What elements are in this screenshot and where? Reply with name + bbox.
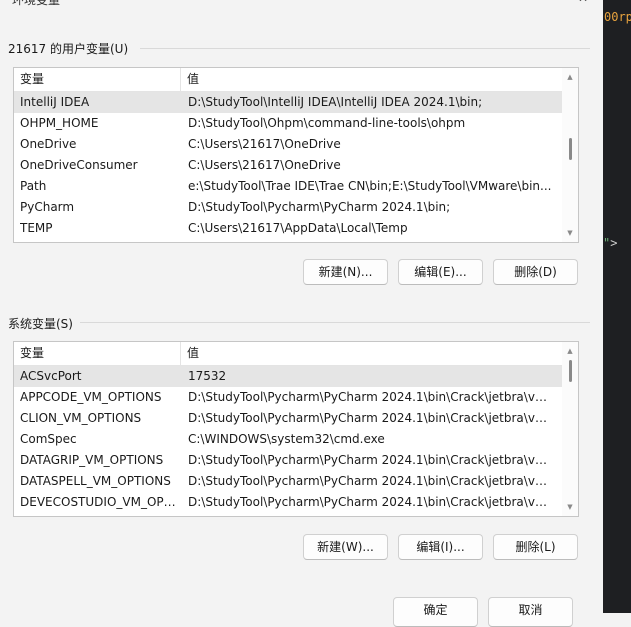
list-header: 变量 值 bbox=[14, 68, 562, 92]
scroll-thumb[interactable] bbox=[569, 138, 572, 161]
variable-name: APPCODE_VM_OPTIONS bbox=[20, 390, 162, 404]
variable-name: Path bbox=[20, 179, 47, 193]
user-new-button[interactable]: 新建(N)... bbox=[303, 259, 388, 285]
scroll-up-icon[interactable]: ▲ bbox=[562, 70, 578, 84]
variable-name: ACSvcPort bbox=[20, 369, 82, 383]
table-row[interactable]: DEVECOSTUDIO_VM_OPT... D:\StudyTool\Pycha… bbox=[14, 492, 562, 513]
user-variables-list[interactable]: 变量 值 IntelliJ IDEA D:\StudyTool\IntelliJ … bbox=[13, 67, 579, 243]
table-row[interactable]: OneDrive C:\Users\21617\OneDrive bbox=[14, 134, 562, 155]
variable-value: C:\Users\21617\OneDrive bbox=[188, 158, 341, 172]
window-title: 环境变量 bbox=[12, 0, 61, 7]
background-code-editor: 00rp "> bbox=[603, 0, 631, 613]
editor-text-fragment: 00rp bbox=[604, 10, 631, 24]
user-edit-button[interactable]: 编辑(E)... bbox=[398, 259, 483, 285]
editor-tag-close: > bbox=[610, 236, 618, 250]
variable-value: D:\StudyTool\Pycharm\PyCharm 2024.1\bin; bbox=[188, 200, 451, 214]
variable-value: C:\WINDOWS\system32\cmd.exe bbox=[188, 432, 385, 446]
variable-name: CLION_VM_OPTIONS bbox=[20, 411, 142, 425]
variable-name: ComSpec bbox=[20, 432, 77, 446]
variable-name: OneDriveConsumer bbox=[20, 158, 138, 172]
editor-text-fragment: "> bbox=[603, 236, 617, 250]
variable-value: e:\StudyTool\Trae IDE\Trae CN\bin;E:\Stu… bbox=[188, 179, 552, 193]
table-row[interactable]: Path e:\StudyTool\Trae IDE\Trae CN\bin;E:… bbox=[14, 176, 562, 197]
system-edit-button[interactable]: 编辑(I)... bbox=[398, 534, 483, 560]
variable-name: PyCharm bbox=[20, 200, 75, 214]
system-list-scrollbar[interactable]: ▲ ▼ bbox=[562, 342, 578, 516]
group-divider bbox=[140, 48, 590, 49]
variable-value: D:\StudyTool\Pycharm\PyCharm 2024.1\bin\… bbox=[188, 474, 558, 488]
table-row[interactable]: DATAGRIP_VM_OPTIONS D:\StudyTool\Pycharm\… bbox=[14, 450, 562, 471]
variable-value: D:\StudyTool\Pycharm\PyCharm 2024.1\bin\… bbox=[188, 411, 558, 425]
cancel-button[interactable]: 取消 bbox=[488, 597, 573, 627]
close-icon[interactable]: ✕ bbox=[578, 0, 594, 4]
variable-value: D:\StudyTool\Ohpm\command-line-tools\ohp… bbox=[188, 116, 466, 130]
variable-value: D:\StudyTool\Pycharm\PyCharm 2024.1\bin\… bbox=[188, 390, 558, 404]
scroll-down-icon[interactable]: ▼ bbox=[562, 226, 578, 240]
system-variables-list[interactable]: 变量 值 ACSvcPort 17532 APPCODE_VM_OPTIONS D:\… bbox=[13, 341, 579, 517]
scroll-thumb[interactable] bbox=[569, 360, 572, 382]
system-rows: ACSvcPort 17532 APPCODE_VM_OPTIONS D:\Study… bbox=[14, 366, 562, 513]
user-rows: IntelliJ IDEA D:\StudyTool\IntelliJ IDEA\… bbox=[14, 92, 562, 239]
table-row[interactable]: OHPM_HOME D:\StudyTool\Ohpm\command-line-… bbox=[14, 113, 562, 134]
scroll-up-icon[interactable]: ▲ bbox=[562, 344, 578, 358]
table-row[interactable]: CLION_VM_OPTIONS D:\StudyTool\Pycharm\PyC… bbox=[14, 408, 562, 429]
variable-value: D:\StudyTool\Pycharm\PyCharm 2024.1\bin\… bbox=[188, 495, 558, 509]
table-row[interactable]: ComSpec C:\WINDOWS\system32\cmd.exe bbox=[14, 429, 562, 450]
group-divider bbox=[80, 322, 590, 323]
table-row[interactable]: APPCODE_VM_OPTIONS D:\StudyTool\Pycharm\P… bbox=[14, 387, 562, 408]
list-header: 变量 值 bbox=[14, 342, 562, 366]
variable-name: OneDrive bbox=[20, 137, 77, 151]
scroll-down-icon[interactable]: ▼ bbox=[562, 500, 578, 514]
system-new-button[interactable]: 新建(W)... bbox=[303, 534, 388, 560]
column-header-value[interactable]: 值 bbox=[181, 68, 562, 91]
variable-value: C:\Users\21617\OneDrive bbox=[188, 137, 341, 151]
variable-value: 17532 bbox=[188, 369, 227, 383]
table-row[interactable]: DATASPELL_VM_OPTIONS D:\StudyTool\Pycharm… bbox=[14, 471, 562, 492]
table-row[interactable]: OneDriveConsumer C:\Users\21617\OneDrive bbox=[14, 155, 562, 176]
table-row[interactable]: TEMP C:\Users\21617\AppData\Local\Temp bbox=[14, 218, 562, 239]
table-row[interactable]: IntelliJ IDEA D:\StudyTool\IntelliJ IDEA\… bbox=[14, 92, 562, 113]
column-header-name[interactable]: 变量 bbox=[14, 68, 181, 91]
environment-variables-dialog: 环境变量 ✕ 21617 的用户变量(U) 变量 值 IntelliJ IDEA… bbox=[0, 0, 603, 627]
variable-name: OHPM_HOME bbox=[20, 116, 99, 130]
user-variables-label: 21617 的用户变量(U) bbox=[8, 42, 129, 56]
variable-value: C:\Users\21617\AppData\Local\Temp bbox=[188, 221, 408, 235]
variable-name: DEVECOSTUDIO_VM_OPT... bbox=[20, 495, 178, 509]
ok-button[interactable]: 确定 bbox=[393, 597, 478, 627]
variable-value: D:\StudyTool\Pycharm\PyCharm 2024.1\bin\… bbox=[188, 453, 558, 467]
user-list-scrollbar[interactable]: ▲ ▼ bbox=[562, 68, 578, 242]
variable-value: D:\StudyTool\IntelliJ IDEA\IntelliJ IDEA… bbox=[188, 95, 483, 109]
column-header-value[interactable]: 值 bbox=[181, 342, 562, 365]
variable-name: TEMP bbox=[20, 221, 53, 235]
variable-name: DATAGRIP_VM_OPTIONS bbox=[20, 453, 164, 467]
system-variables-label: 系统变量(S) bbox=[8, 317, 73, 331]
system-delete-button[interactable]: 删除(L) bbox=[493, 534, 578, 560]
table-row[interactable]: PyCharm D:\StudyTool\Pycharm\PyCharm 2024… bbox=[14, 197, 562, 218]
column-header-name[interactable]: 变量 bbox=[14, 342, 181, 365]
variable-name: DATASPELL_VM_OPTIONS bbox=[20, 474, 171, 488]
variable-name: IntelliJ IDEA bbox=[20, 95, 90, 109]
user-delete-button[interactable]: 删除(D) bbox=[493, 259, 578, 285]
table-row[interactable]: ACSvcPort 17532 bbox=[14, 366, 562, 387]
